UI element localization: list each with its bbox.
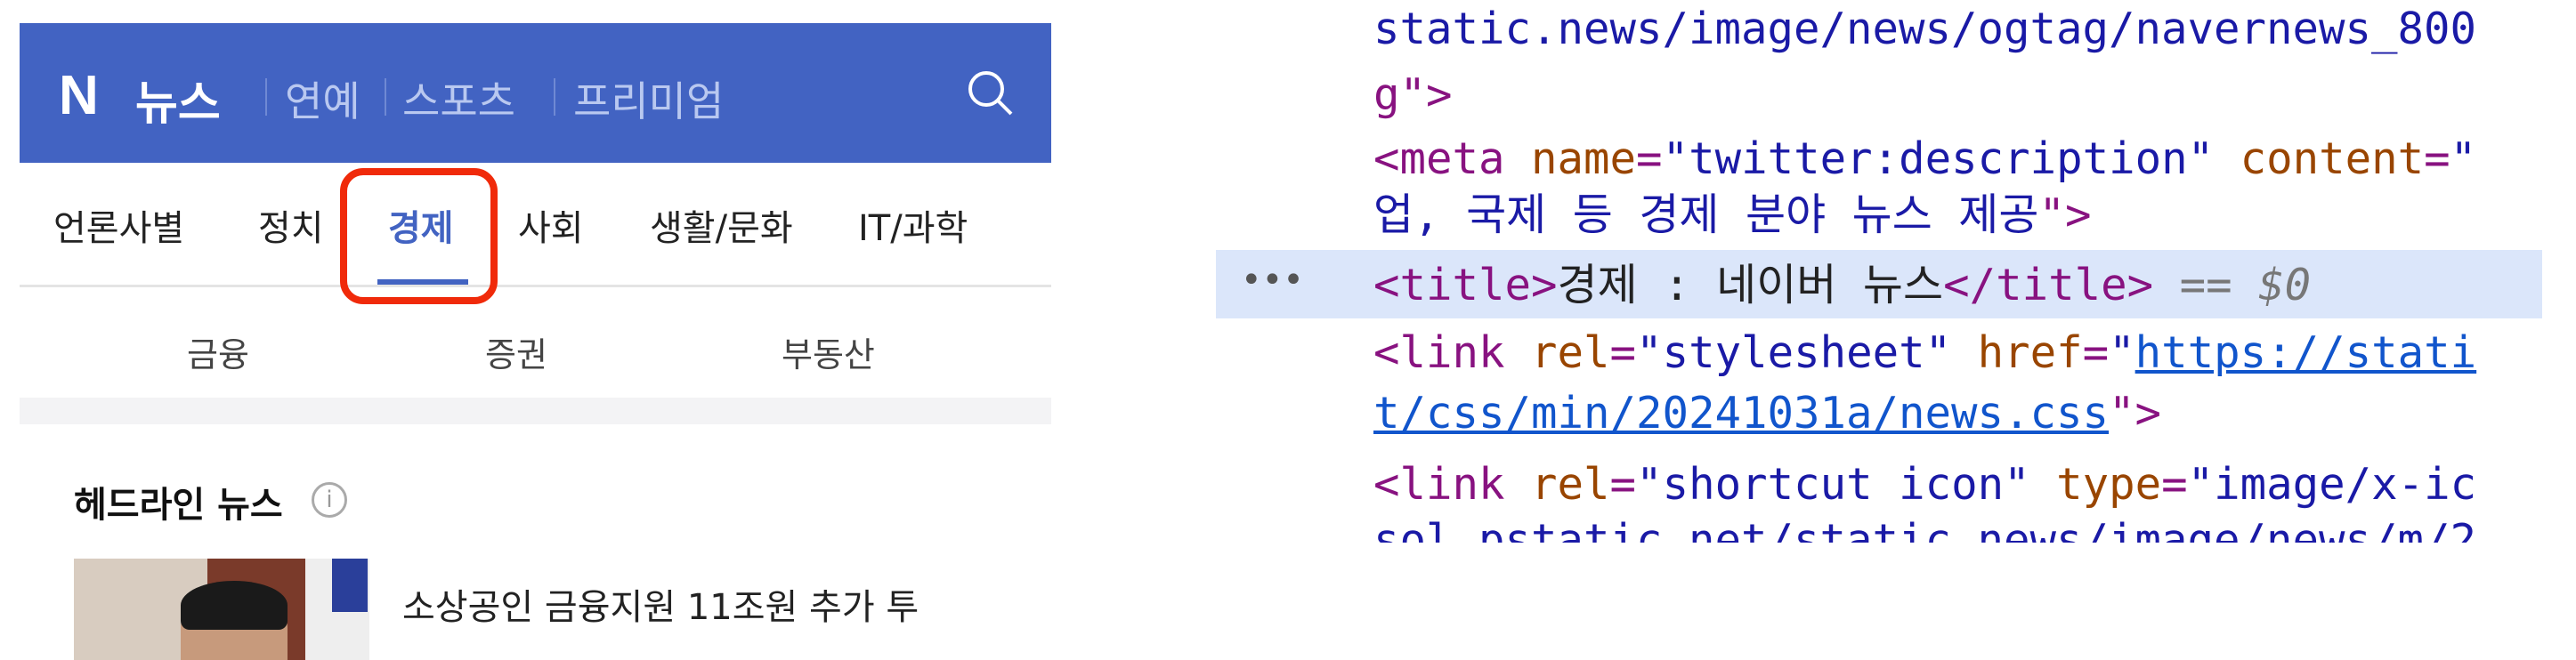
news-home-link[interactable]: 뉴스: [135, 66, 221, 133]
nav-premium[interactable]: 프리미엄: [573, 69, 724, 128]
attr-name: href: [1977, 327, 2083, 378]
separator: [385, 78, 386, 116]
code-line: 업, 국제 등 경제 분야 뉴스 제공">: [1373, 183, 2091, 247]
stylesheet-link[interactable]: t/css/min/20241031a/news.css: [1373, 388, 2109, 439]
attr-value: 업, 국제 등 경제 분야 뉴스 제공: [1373, 189, 2039, 240]
headline-thumbnail[interactable]: [74, 559, 369, 660]
code-line[interactable]: <meta name="twitter:description" content…: [1373, 127, 2476, 191]
subtab-finance[interactable]: 금융: [187, 327, 249, 376]
code-text: sol.pstatic.net/static.news/image/news/m…: [1373, 515, 2477, 543]
separator: [265, 78, 267, 116]
attr-name: name: [1531, 133, 1637, 184]
tab-politics[interactable]: 정치: [258, 199, 324, 251]
tag-name: <link: [1373, 327, 1505, 378]
naver-logo[interactable]: N: [59, 64, 99, 127]
tab-society[interactable]: 사회: [518, 199, 584, 251]
section-gap: [20, 398, 1051, 424]
headline-link[interactable]: 소상공인 금융지원 11조원 추가 투: [402, 578, 919, 630]
attr-value: "stylesheet": [1636, 327, 1952, 378]
code-line: static.news/image/news/ogtag/navernews_8…: [1373, 0, 2476, 61]
nav-sports[interactable]: 스포츠: [402, 69, 515, 128]
tab-by-press[interactable]: 언론사별: [53, 199, 184, 251]
annotation-highlight: [340, 168, 498, 304]
attr-value: "image/x-ic: [2187, 459, 2477, 510]
console-ref: $0: [2258, 260, 2312, 310]
info-icon[interactable]: i: [312, 482, 347, 518]
tag-name: <title>: [1373, 260, 1558, 310]
code-text: static.news/image/news/ogtag/navernews_8…: [1373, 4, 2477, 54]
divider: [20, 285, 1051, 287]
search-icon[interactable]: [965, 68, 1015, 117]
more-options-icon[interactable]: •••: [1241, 260, 1304, 301]
attr-value: ": [2109, 327, 2135, 378]
tag-name: <link: [1373, 459, 1505, 510]
tab-life-culture[interactable]: 생활/문화: [650, 199, 793, 251]
tag-name: <meta: [1373, 133, 1505, 184]
attr-value: "twitter:description": [1662, 133, 2215, 184]
equals-marker: ==: [2179, 260, 2232, 310]
text-node: 경제 : 네이버 뉴스: [1557, 260, 1944, 310]
attr-value: "shortcut icon": [1636, 459, 2030, 510]
stylesheet-link[interactable]: https://stati: [2135, 327, 2477, 378]
attr-name: rel: [1531, 327, 1610, 378]
code-text: g">: [1373, 69, 1453, 120]
code-line: t/css/min/20241031a/news.css">: [1373, 382, 2161, 446]
code-line[interactable]: <link rel="shortcut icon" type="image/x-…: [1373, 453, 2476, 517]
attr-name: content: [2240, 133, 2425, 184]
code-line: sol.pstatic.net/static.news/image/news/m…: [1373, 509, 2476, 543]
code-line-selected[interactable]: <title>경제 : 네이버 뉴스</title> == $0: [1373, 254, 2311, 318]
code-line[interactable]: <link rel="stylesheet" href="https://sta…: [1373, 321, 2476, 385]
subtab-real-estate[interactable]: 부동산: [782, 327, 875, 376]
attr-name: rel: [1531, 459, 1610, 510]
subtab-securities[interactable]: 증권: [485, 327, 547, 376]
attr-value: ": [2450, 133, 2477, 184]
header-bar: N 뉴스 연예 스포츠 프리미엄: [20, 23, 1051, 163]
devtools-elements-panel: ••• static.news/image/news/ogtag/naverne…: [1216, 0, 2542, 543]
section-title: 헤드라인 뉴스: [74, 485, 283, 526]
tag-close: </title>: [1943, 260, 2154, 310]
tag-close: ">: [2109, 388, 2162, 439]
code-line: g">: [1373, 63, 1453, 127]
separator: [554, 78, 555, 116]
nav-entertainment[interactable]: 연예: [285, 69, 360, 128]
tab-it-science[interactable]: IT/과학: [858, 199, 968, 251]
tag-close: ">: [2038, 189, 2092, 240]
attr-name: type: [2056, 459, 2162, 510]
